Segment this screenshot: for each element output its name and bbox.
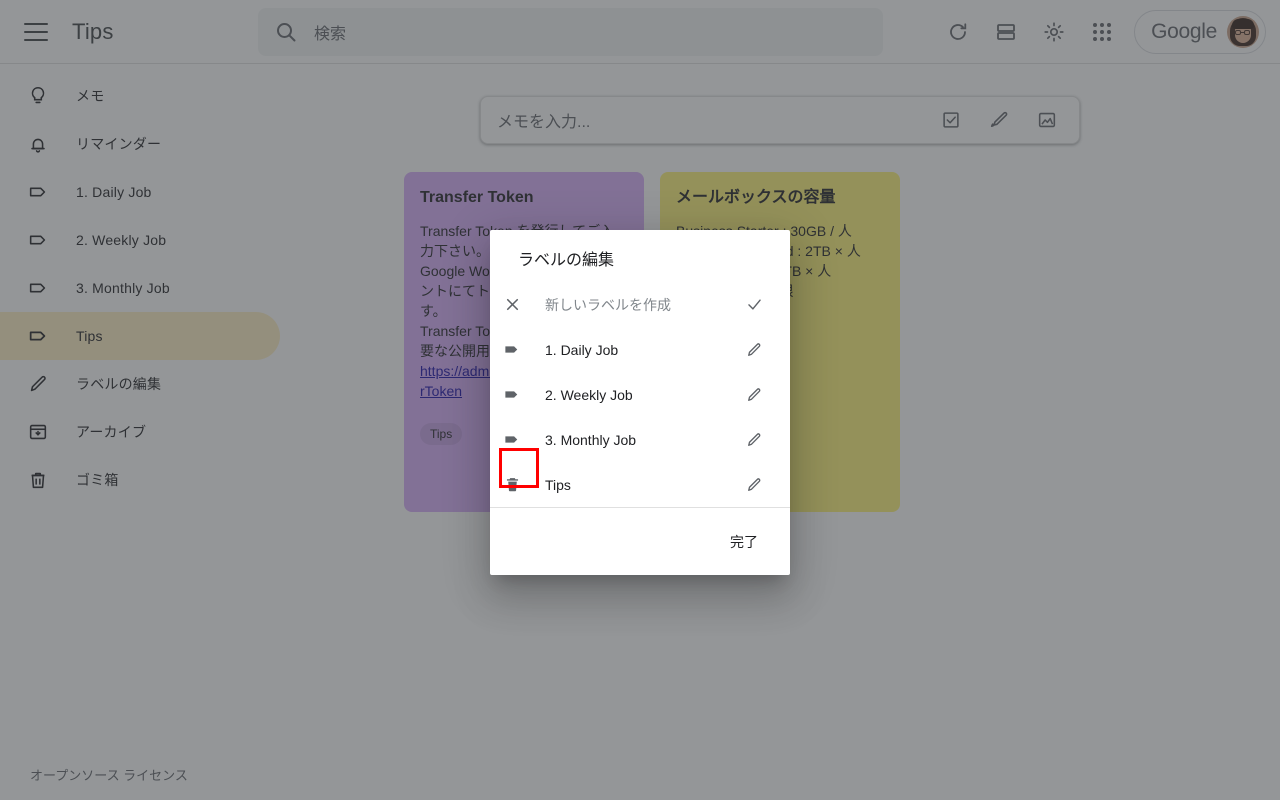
dialog-title: ラベルの編集 [518,252,615,269]
label-name: 3. Monthly Job [545,431,637,448]
close-icon[interactable] [490,295,534,314]
check-icon[interactable] [738,295,770,314]
edit-labels-dialog: ラベルの編集 新しいラベルを作成 1. Daily Job 2. Weekly … [490,230,790,575]
dialog-footer: 完了 [490,507,790,575]
label-name: 1. Daily Job [545,341,619,358]
delete-label-tips-button[interactable] [490,475,534,494]
dialog-label-list: 新しいラベルを作成 1. Daily Job 2. Weekly Job 3. … [490,280,790,507]
done-button[interactable]: 完了 [722,524,766,560]
edit-label-button[interactable] [738,476,770,494]
label-tag-icon[interactable] [490,385,534,404]
label-name: 2. Weekly Job [545,386,633,403]
edit-label-button[interactable] [738,386,770,404]
new-label-input[interactable]: 新しいラベルを作成 [545,295,738,315]
label-row-daily-job[interactable]: 1. Daily Job [490,327,790,372]
label-tag-icon[interactable] [490,340,534,359]
edit-label-button[interactable] [738,431,770,449]
label-row-tips[interactable]: Tips [490,462,790,507]
label-name: Tips [545,476,571,493]
label-tag-icon[interactable] [490,430,534,449]
label-row-weekly-job[interactable]: 2. Weekly Job [490,372,790,417]
new-label-row[interactable]: 新しいラベルを作成 [490,282,790,327]
label-row-monthly-job[interactable]: 3. Monthly Job [490,417,790,462]
edit-label-button[interactable] [738,341,770,359]
